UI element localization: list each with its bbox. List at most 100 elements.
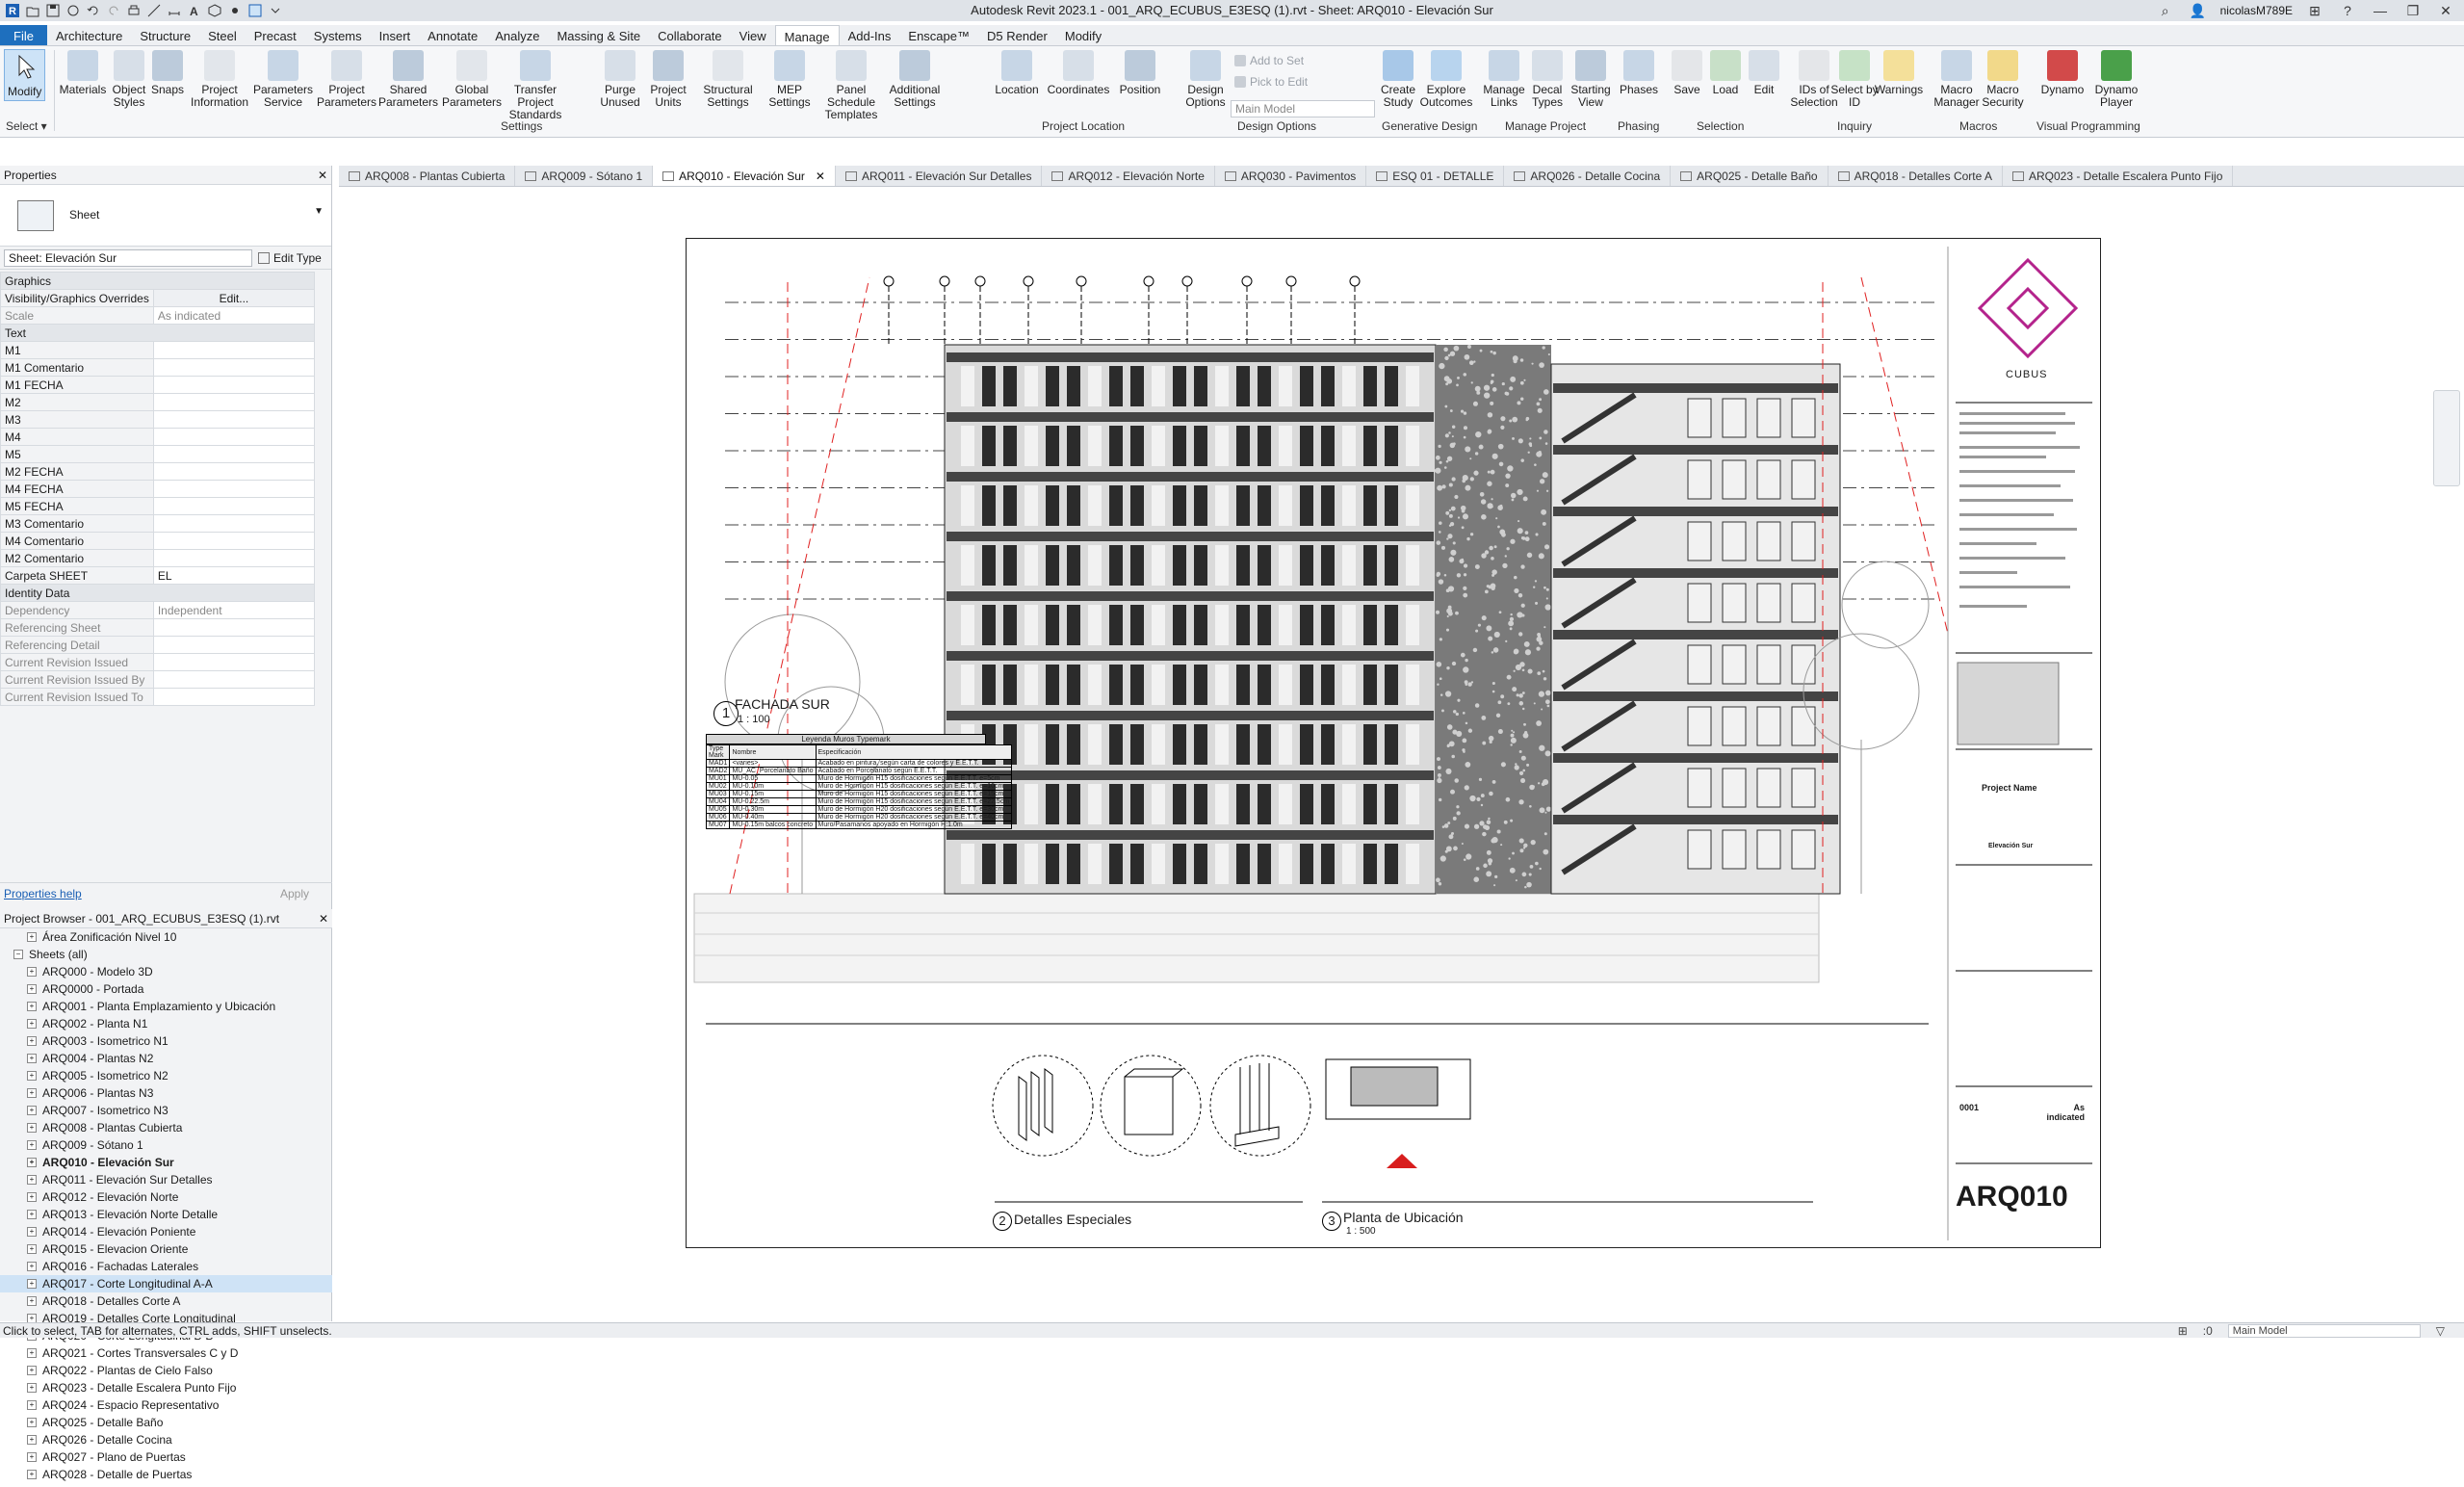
redo-icon[interactable] bbox=[107, 4, 120, 17]
browser-item[interactable]: + ARQ017 - Corte Longitudinal A-A bbox=[0, 1275, 332, 1292]
browser-item[interactable]: + ARQ003 - Isometrico N1 bbox=[0, 1032, 332, 1050]
expand-icon[interactable]: + bbox=[27, 1348, 37, 1358]
edit-type-button[interactable]: Edit Type bbox=[258, 251, 322, 265]
undo-icon[interactable] bbox=[87, 4, 100, 17]
expand-icon[interactable]: + bbox=[27, 1296, 37, 1306]
view-tab[interactable]: ARQ010 - Elevación Sur ✕ bbox=[653, 166, 836, 186]
expand-icon[interactable]: + bbox=[27, 1400, 37, 1410]
expand-icon[interactable]: + bbox=[27, 1210, 37, 1219]
tab-manage[interactable]: Manage bbox=[774, 25, 840, 45]
switch-windows-icon[interactable] bbox=[248, 4, 262, 17]
type-selector[interactable]: Sheet ▼ bbox=[0, 185, 331, 247]
dynamo-button[interactable]: Dynamo bbox=[2032, 50, 2093, 96]
aligned-dimension-icon[interactable] bbox=[168, 4, 181, 17]
expand-icon[interactable]: + bbox=[27, 984, 37, 994]
project-units-button[interactable]: Project Units bbox=[637, 50, 699, 109]
property-value[interactable] bbox=[152, 428, 316, 446]
expand-icon[interactable]: + bbox=[27, 932, 37, 942]
view-tab[interactable]: ARQ008 - Plantas Cubierta bbox=[339, 166, 516, 186]
properties-help-link[interactable]: Properties help bbox=[4, 887, 82, 900]
property-value[interactable] bbox=[152, 514, 316, 533]
sync-icon[interactable] bbox=[66, 4, 80, 17]
modify-button[interactable]: Modify bbox=[4, 49, 46, 101]
minimize-button[interactable]: — bbox=[2370, 2, 2391, 19]
close-icon[interactable]: ✕ bbox=[318, 169, 327, 182]
section-icon[interactable] bbox=[228, 4, 242, 17]
browser-item[interactable]: + ARQ007 - Isometrico N3 bbox=[0, 1102, 332, 1119]
view-tab[interactable]: ARQ030 - Pavimentos bbox=[1215, 166, 1367, 186]
warnings-button[interactable]: Warnings bbox=[1868, 50, 1930, 96]
parameters-service-button[interactable]: Parameters Service bbox=[252, 50, 314, 109]
property-group[interactable]: Graphics bbox=[0, 272, 315, 290]
tab-analyze[interactable]: Analyze bbox=[486, 25, 548, 45]
expand-icon[interactable]: + bbox=[27, 1036, 37, 1046]
expand-icon[interactable]: + bbox=[27, 1227, 37, 1237]
apply-button[interactable]: Apply bbox=[280, 887, 309, 900]
view-tab[interactable]: ARQ023 - Detalle Escalera Punto Fijo bbox=[2003, 166, 2234, 186]
browser-item[interactable]: + ARQ016 - Fachadas Laterales bbox=[0, 1258, 332, 1275]
tab-enscape-[interactable]: Enscape™ bbox=[899, 25, 978, 45]
expand-icon[interactable]: + bbox=[27, 1383, 37, 1393]
cart-icon[interactable]: ⊞ bbox=[2304, 2, 2325, 19]
filter-icon[interactable]: ▽ bbox=[2436, 1324, 2445, 1338]
property-value[interactable]: EL bbox=[152, 566, 316, 585]
view-tab[interactable]: ARQ012 - Elevación Norte bbox=[1042, 166, 1215, 186]
measure-icon[interactable] bbox=[147, 4, 161, 17]
instance-filter-select[interactable]: Sheet: Elevación Sur bbox=[4, 248, 252, 267]
browser-folder[interactable]: − Sheets (all) bbox=[0, 946, 332, 963]
select-panel-label[interactable]: Select ▾ bbox=[6, 119, 47, 133]
browser-item[interactable]: + ARQ006 - Plantas N3 bbox=[0, 1084, 332, 1102]
close-icon[interactable]: ✕ bbox=[319, 912, 328, 926]
tab-view[interactable]: View bbox=[731, 25, 775, 45]
tab-collaborate[interactable]: Collaborate bbox=[649, 25, 731, 45]
expand-icon[interactable]: + bbox=[27, 1123, 37, 1133]
expand-icon[interactable]: + bbox=[27, 1262, 37, 1271]
expand-icon[interactable]: + bbox=[27, 1418, 37, 1427]
panel-schedule-templates-button[interactable]: Panel Schedule Templates bbox=[820, 50, 882, 121]
mep-settings-button[interactable]: MEP Settings bbox=[759, 50, 820, 109]
property-value[interactable] bbox=[152, 445, 316, 463]
expand-icon[interactable]: + bbox=[27, 1158, 37, 1167]
browser-item[interactable]: + ARQ027 - Plano de Puertas bbox=[0, 1448, 332, 1466]
property-value[interactable] bbox=[152, 462, 316, 481]
view-tab[interactable]: ARQ025 - Detalle Baño bbox=[1671, 166, 1829, 186]
browser-item[interactable]: + ARQ012 - Elevación Norte bbox=[0, 1188, 332, 1206]
property-value[interactable] bbox=[152, 549, 316, 567]
browser-item[interactable]: + ARQ008 - Plantas Cubierta bbox=[0, 1119, 332, 1136]
browser-item[interactable]: + ARQ021 - Cortes Transversales C y D bbox=[0, 1344, 332, 1362]
global-parameters-button[interactable]: Global Parameters bbox=[441, 50, 503, 109]
browser-item[interactable]: + ARQ004 - Plantas N2 bbox=[0, 1050, 332, 1067]
tab-structure[interactable]: Structure bbox=[131, 25, 199, 45]
view-tab[interactable]: ARQ018 - Detalles Corte A bbox=[1829, 166, 2003, 186]
browser-item[interactable]: + ARQ022 - Plantas de Cielo Falso bbox=[0, 1362, 332, 1379]
expand-icon[interactable]: + bbox=[27, 1244, 37, 1254]
3d-view-icon[interactable] bbox=[208, 4, 221, 17]
tab-steel[interactable]: Steel bbox=[199, 25, 246, 45]
tab-file[interactable]: File bbox=[0, 25, 47, 45]
property-value[interactable]: Edit... bbox=[152, 289, 316, 307]
browser-item[interactable]: + ARQ026 - Detalle Cocina bbox=[0, 1431, 332, 1448]
user-name[interactable]: nicolasM789E bbox=[2220, 4, 2293, 17]
save-icon[interactable] bbox=[46, 4, 60, 17]
position-button[interactable]: Position bbox=[1109, 50, 1171, 96]
expand-icon[interactable]: + bbox=[27, 1366, 37, 1375]
structural-settings-button[interactable]: Structural Settings bbox=[697, 50, 759, 109]
expand-icon[interactable]: + bbox=[27, 1140, 37, 1150]
navigation-bar[interactable] bbox=[2433, 390, 2460, 486]
tab-precast[interactable]: Precast bbox=[246, 25, 305, 45]
customize-qat-icon[interactable] bbox=[269, 4, 282, 17]
tab-systems[interactable]: Systems bbox=[305, 25, 371, 45]
expand-icon[interactable]: + bbox=[27, 1071, 37, 1081]
browser-item[interactable]: + ARQ010 - Elevación Sur bbox=[0, 1154, 332, 1171]
sheet[interactable]: 1 FACHADA SUR 1 : 100 Leyenda Muros Type… bbox=[686, 238, 2101, 1248]
expand-icon[interactable]: + bbox=[27, 1192, 37, 1202]
property-value[interactable] bbox=[152, 497, 316, 515]
tab-annotate[interactable]: Annotate bbox=[419, 25, 486, 45]
property-value[interactable] bbox=[152, 358, 316, 377]
browser-item[interactable]: + ARQ028 - Detalle de Puertas bbox=[0, 1466, 332, 1483]
design-option-select[interactable]: Main Model bbox=[1231, 100, 1375, 117]
browser-item[interactable]: + ARQ001 - Planta Emplazamiento y Ubicaci… bbox=[0, 998, 332, 1015]
user-icon[interactable]: 👤 bbox=[2188, 2, 2209, 19]
maximize-button[interactable]: ❐ bbox=[2402, 2, 2424, 19]
search-icon[interactable]: ⌕ bbox=[2155, 2, 2176, 19]
